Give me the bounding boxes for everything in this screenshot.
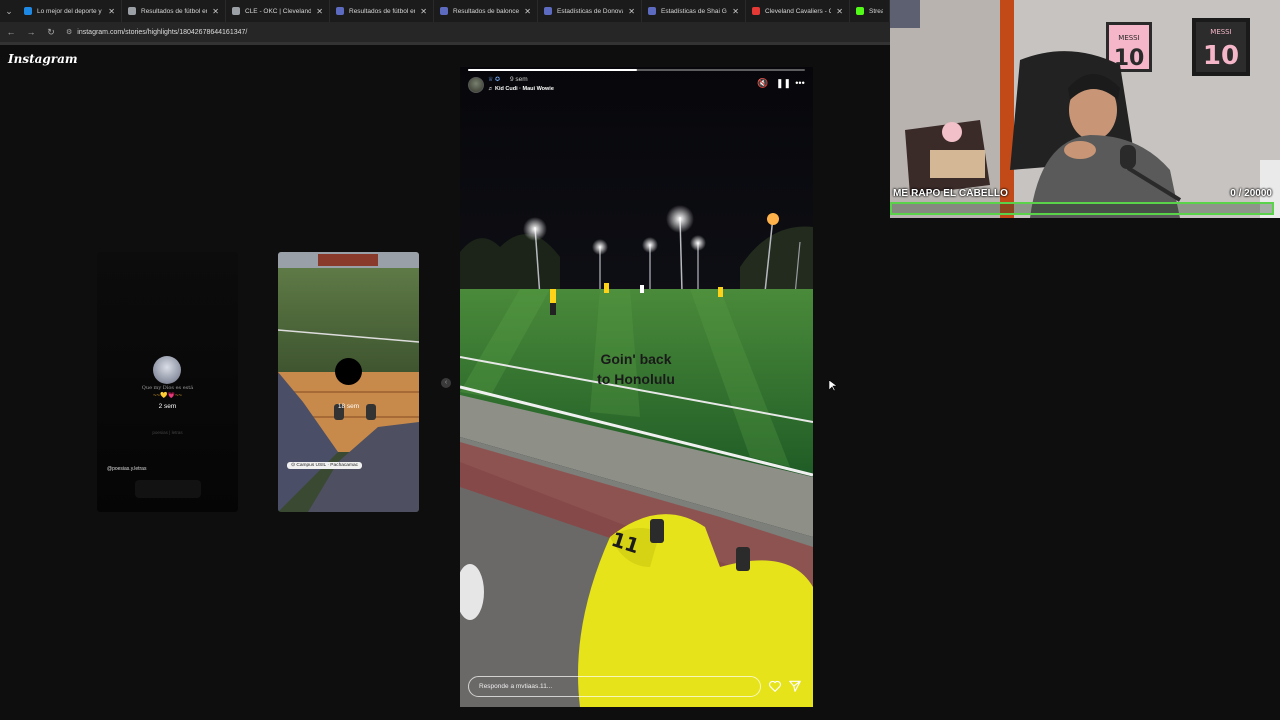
webcam-overlay: MESSI 10 MESSI 10 xyxy=(890,0,1280,218)
tab-label: Stream xyxy=(869,7,883,15)
story-preview-left[interactable]: Que my Dios es está ~~💛💗~~ 2 sem poesias… xyxy=(97,252,238,512)
black-dot xyxy=(335,358,362,385)
tab-label: Cleveland Cavaliers - Okla xyxy=(765,7,831,15)
browser-tab[interactable]: Resultados de fútbol en v ✕ xyxy=(122,0,226,22)
webcam-feed: MESSI 10 MESSI 10 xyxy=(890,0,1280,218)
browser-tab-bar: ⌄ Lo mejor del deporte y el ✕ Resultados … xyxy=(0,0,890,22)
story-progress-fill xyxy=(468,69,637,71)
tab-close-icon[interactable]: ✕ xyxy=(628,7,635,16)
svg-text:MESSI: MESSI xyxy=(1118,34,1139,42)
location-sticker: ⊙ Campus USIL · Pachacamac xyxy=(287,462,363,469)
tab-favicon-icon xyxy=(336,7,344,15)
stream-goal-label: ME RAPO EL CABELLO xyxy=(893,188,1008,199)
browser-tab[interactable]: Resultados de baloncesto ✕ xyxy=(434,0,538,22)
story-progress-bar xyxy=(468,69,805,71)
svg-text:MESSI: MESSI xyxy=(1210,28,1231,36)
tab-label: Estadísticas de Donovan M xyxy=(557,7,623,15)
site-info-icon[interactable]: ⚙ xyxy=(66,28,72,36)
story-header: ♕ ✪ 9 sem ♬ Kid Cudi · Maui Wowie 🔇 ❚❚ •… xyxy=(468,76,805,94)
tab-favicon-icon xyxy=(440,7,448,15)
more-icon[interactable]: ••• xyxy=(795,78,805,89)
tab-favicon-icon xyxy=(544,7,552,15)
story-caption: Goin' back to Honolulu xyxy=(597,349,675,389)
previous-arrow-icon[interactable]: ‹ xyxy=(441,378,451,388)
story-faint-text: poesias | letras xyxy=(152,430,183,435)
browser-tab[interactable]: Resultados de fútbol en d ✕ xyxy=(330,0,434,22)
send-icon[interactable] xyxy=(788,679,802,693)
tab-close-icon[interactable]: ✕ xyxy=(108,7,115,16)
tab-close-icon[interactable]: ✕ xyxy=(524,7,531,16)
url-field[interactable]: ⚙ instagram.com/stories/highlights/18042… xyxy=(66,28,248,37)
story-time: 18 sem xyxy=(337,403,360,410)
avatar[interactable] xyxy=(468,77,484,93)
reply-input[interactable]: Responde a mvtiaas.11... xyxy=(468,676,761,697)
tab-label: Resultados de fútbol en v xyxy=(141,7,208,15)
story-preview-middle[interactable]: 18 sem ⊙ Campus USIL · Pachacamac xyxy=(278,252,419,512)
tab-label: Resultados de fútbol en d xyxy=(349,7,415,15)
blurred-element xyxy=(135,480,201,498)
hearts-icon: ~~💛💗~~ xyxy=(153,393,182,399)
pause-icon[interactable]: ❚❚ xyxy=(776,78,791,89)
tab-close-icon[interactable]: ✕ xyxy=(420,7,427,16)
music-text: Kid Cudi · Maui Wowie xyxy=(495,86,554,92)
stream-goal-count: 0 / 20000 xyxy=(1230,188,1272,199)
caption-line: to Honolulu xyxy=(597,371,675,387)
browser-tab[interactable]: Lo mejor del deporte y el ✕ xyxy=(18,0,122,22)
browser-tab[interactable]: Cleveland Cavaliers - Okla ✕ xyxy=(746,0,850,22)
heart-icon[interactable] xyxy=(768,679,782,693)
music-icon: ♬ xyxy=(488,86,496,92)
avatar xyxy=(153,356,181,384)
browser-tab[interactable]: Estadísticas de Donovan M ✕ xyxy=(538,0,642,22)
url-text: instagram.com/stories/highlights/1804267… xyxy=(77,28,248,36)
tab-close-icon[interactable]: ✕ xyxy=(212,7,219,16)
mouse-cursor-icon xyxy=(829,380,837,392)
location-label: Campus USIL · Pachacamac xyxy=(296,463,359,468)
verified-icon: ♕ ✪ xyxy=(488,77,501,83)
story-handle: @poesias.y.letras xyxy=(107,466,147,472)
forward-icon[interactable]: → xyxy=(26,27,36,37)
story-time: 2 sem xyxy=(158,403,177,410)
tab-label: Estadísticas de Shai Gilge xyxy=(661,7,727,15)
browser-tab[interactable]: CLE - OKC | Cleveland Ca ✕ xyxy=(226,0,330,22)
tab-favicon-icon xyxy=(856,7,864,15)
tab-label: Lo mejor del deporte y el xyxy=(37,7,104,15)
address-bar: ← → ↻ ⚙ instagram.com/stories/highlights… xyxy=(0,22,890,42)
caption-line: Goin' back xyxy=(600,351,672,367)
story-quote: Que my Dios es está xyxy=(141,385,194,391)
story-time: 9 sem xyxy=(510,76,528,83)
mute-icon[interactable]: 🔇 xyxy=(757,78,768,89)
browser-tab[interactable]: Estadísticas de Shai Gilge ✕ xyxy=(642,0,746,22)
story-viewer[interactable]: 11 ♕ ✪ 9 sem ♬ Kid Cudi · Maui Wowie 🔇 ❚… xyxy=(460,67,813,707)
tab-close-icon[interactable]: ✕ xyxy=(732,7,739,16)
tab-favicon-icon xyxy=(752,7,760,15)
tab-close-icon[interactable]: ✕ xyxy=(316,7,323,16)
tab-favicon-icon xyxy=(128,7,136,15)
tab-label: Resultados de baloncesto xyxy=(453,7,520,15)
back-icon[interactable]: ← xyxy=(6,27,16,37)
tab-search-icon[interactable]: ⌄ xyxy=(0,0,18,22)
tab-label: CLE - OKC | Cleveland Ca xyxy=(245,7,312,15)
tab-favicon-icon xyxy=(232,7,240,15)
music-label[interactable]: ♬ Kid Cudi · Maui Wowie xyxy=(488,86,554,92)
browser-tab[interactable]: Stream xyxy=(850,0,890,22)
story-controls: 🔇 ❚❚ ••• xyxy=(757,78,805,89)
tab-close-icon[interactable]: ✕ xyxy=(836,7,843,16)
instagram-logo[interactable]: Instagram xyxy=(8,52,78,66)
svg-text:10: 10 xyxy=(1203,41,1239,71)
tab-favicon-icon xyxy=(24,7,32,15)
toolbar-divider xyxy=(0,42,890,45)
stream-goal-progress xyxy=(890,202,1274,215)
tab-favicon-icon xyxy=(648,7,656,15)
reload-icon[interactable]: ↻ xyxy=(46,27,56,38)
